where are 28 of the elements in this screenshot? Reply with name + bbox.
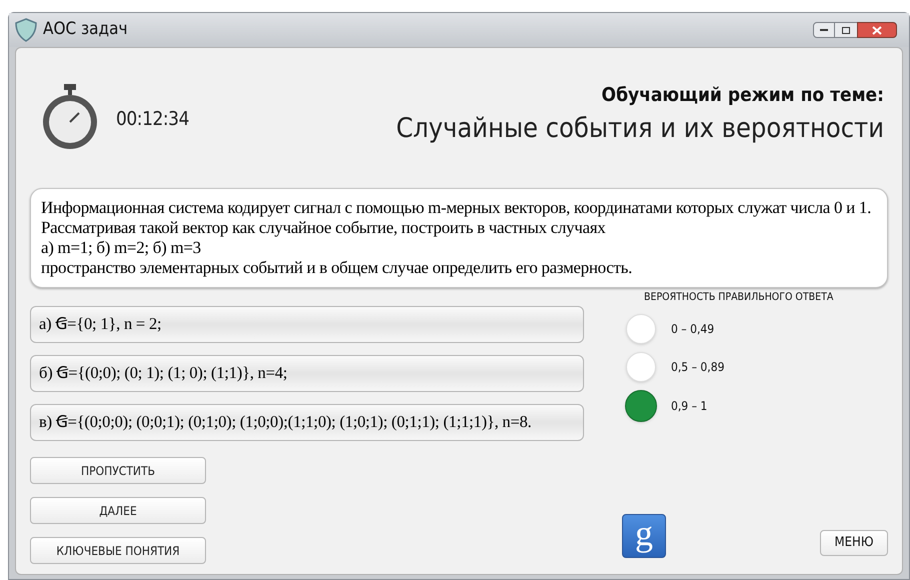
nav-button[interactable]: ПРОПУСТИТЬ [30, 457, 206, 484]
answer-option[interactable]: в) Ꞡ={(0;0;0); (0;0;1); (0;1;0); (1;0;0);(1;1;0); (1;0;1); (0;1;1); (1;1;1)}, n=8. [30, 404, 584, 441]
menu-button[interactable]: МЕНЮ [820, 530, 888, 556]
shield-icon [13, 17, 39, 43]
maximize-icon [842, 26, 850, 34]
problem-text: Рассматривая такой вектор как случайное событие, построить в частных случаях [41, 218, 606, 238]
answer-option[interactable]: б) Ꞡ={(0;0); (0; 1); (1; 0); (1;1)}, n=4; [30, 355, 584, 392]
timer-text: 00:12:34 [116, 106, 189, 132]
problem-text: а) m=1; б) m=2; б) m=3 [41, 238, 202, 258]
probability-label: 0,9 – 1 [671, 398, 708, 415]
topic-title: Случайные события и их вероятности [396, 112, 884, 146]
mode-heading: Обучающий режим по теме: [602, 82, 884, 108]
window-title: АОС задач [43, 18, 128, 42]
probability-radio[interactable] [625, 390, 657, 422]
search-button[interactable]: g [622, 514, 666, 558]
probability-label: 0,5 – 0,89 [671, 358, 724, 376]
maximize-button[interactable] [835, 22, 857, 38]
answer-option[interactable]: а) Ꞡ={0; 1}, n = 2; [30, 306, 584, 343]
nav-button[interactable]: КЛЮЧЕВЫЕ ПОНЯТИЯ [30, 537, 206, 564]
nav-button[interactable]: ДАЛЕЕ [30, 497, 206, 524]
probability-title: ВЕРОЯТНОСТЬ ПРАВИЛЬНОГО ОТВЕТА [644, 290, 834, 305]
probability-label: 0 – 0,49 [671, 320, 714, 338]
problem-text: Информационная система кодирует сигнал с помощью m-мерных векторов, координатами которых служат числа 0 и 1. [41, 198, 872, 218]
problem-text: пространство элементарных событий и в общем случае определить его размерность. [41, 258, 634, 278]
minimize-icon [820, 29, 828, 31]
close-button[interactable] [857, 22, 897, 38]
close-icon [872, 26, 882, 34]
minimize-button[interactable] [813, 22, 835, 38]
